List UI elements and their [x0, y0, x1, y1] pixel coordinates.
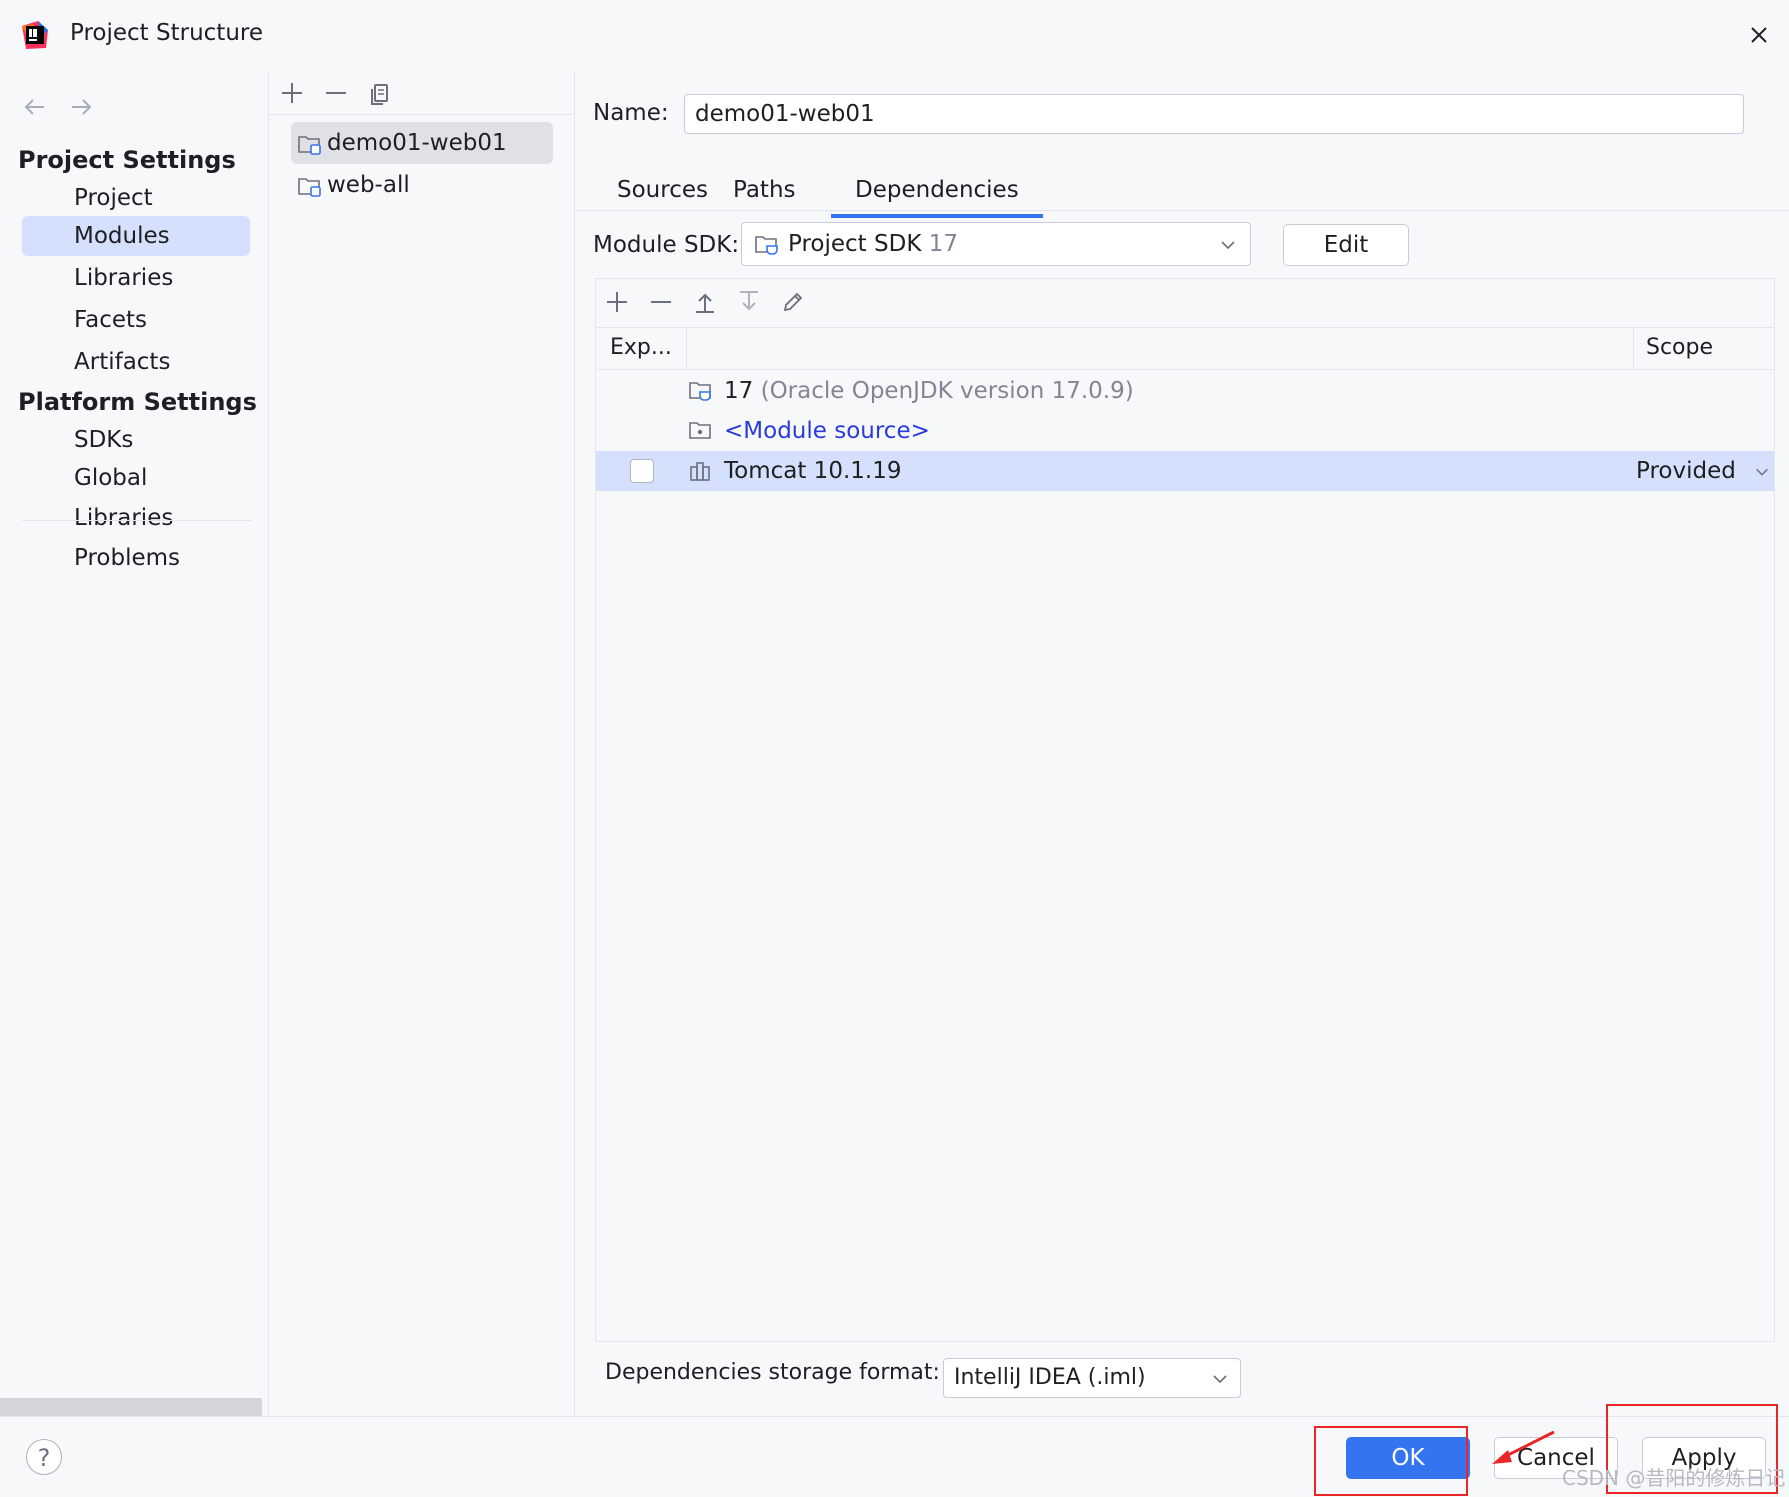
module-details-panel: Name: Sources Paths Dependencies Module …: [575, 72, 1789, 1416]
module-item[interactable]: web-all: [291, 164, 553, 206]
move-up-icon[interactable]: [688, 285, 722, 319]
title-bar: Project Structure: [0, 0, 1789, 72]
nav-item-project[interactable]: Project: [22, 178, 250, 218]
module-folder-icon: [298, 136, 321, 155]
annotation-box-ok: [1314, 1426, 1468, 1496]
dependencies-header: Exp... Scope: [596, 327, 1774, 370]
chevron-down-icon: [1756, 468, 1769, 476]
tabs-divider: [575, 210, 1789, 211]
nav-item-modules[interactable]: Modules: [22, 216, 250, 256]
nav-item-artifacts[interactable]: Artifacts: [22, 342, 250, 382]
module-sdk-dropdown[interactable]: Project SDK 17: [741, 222, 1251, 266]
dependency-name: Tomcat 10.1.19: [724, 458, 902, 484]
project-settings-header: Project Settings: [18, 146, 236, 174]
dependency-name: 17 (Oracle OpenJDK version 17.0.9): [724, 378, 1134, 404]
edit-pencil-icon[interactable]: [776, 285, 810, 319]
module-item[interactable]: demo01-web01: [291, 122, 553, 164]
nav-item-problems[interactable]: Problems: [22, 538, 250, 578]
edit-sdk-button[interactable]: Edit: [1283, 224, 1409, 266]
help-button[interactable]: ?: [26, 1439, 62, 1475]
chevron-down-icon: [1213, 1375, 1227, 1384]
modules-toolbar-divider: [269, 114, 573, 115]
nav-horizontal-scrollbar[interactable]: [0, 1398, 262, 1416]
dependency-name: <Module source>: [724, 418, 930, 444]
copy-icon[interactable]: [363, 76, 397, 110]
export-checkbox[interactable]: [630, 459, 654, 483]
table-row[interactable]: 17 (Oracle OpenJDK version 17.0.9): [596, 371, 1774, 411]
nav-item-global-libraries[interactable]: Global Libraries: [22, 458, 250, 531]
add-icon[interactable]: [275, 76, 309, 110]
remove-icon[interactable]: [319, 76, 353, 110]
column-divider: [1633, 327, 1634, 369]
jdk-folder-icon: [689, 382, 711, 401]
module-item-label: demo01-web01: [327, 130, 507, 156]
add-dependency-icon[interactable]: [600, 285, 634, 319]
sdk-folder-icon: [755, 236, 778, 255]
back-arrow-icon[interactable]: [18, 90, 52, 124]
forward-arrow-icon[interactable]: [64, 90, 98, 124]
library-icon: [690, 462, 710, 481]
watermark: CSDN @昔阳的修炼日记: [1562, 1466, 1786, 1490]
intellij-logo-icon: [22, 21, 48, 49]
module-item-label: web-all: [327, 172, 410, 198]
dependencies-table: Exp... Scope 17 (Oracle OpenJDK version …: [595, 278, 1775, 1342]
dialog-title: Project Structure: [70, 20, 263, 46]
scope-value: Provided: [1636, 458, 1736, 484]
nav-item-libraries[interactable]: Libraries: [22, 258, 250, 298]
scope-dropdown[interactable]: Provided: [1636, 451, 1771, 491]
chevron-down-icon: [1221, 241, 1235, 250]
nav-item-sdks[interactable]: SDKs: [22, 420, 250, 460]
storage-format-label: Dependencies storage format:: [605, 1360, 940, 1385]
modules-list-panel: demo01-web01 web-all: [269, 72, 575, 1416]
table-row[interactable]: Tomcat 10.1.19 Provided: [596, 451, 1774, 491]
move-down-icon[interactable]: [732, 285, 766, 319]
name-label: Name:: [593, 100, 669, 126]
remove-dependency-icon[interactable]: [644, 285, 678, 319]
col-header-scope[interactable]: Scope: [1646, 335, 1713, 360]
nav-item-facets[interactable]: Facets: [22, 300, 250, 340]
tab-paths[interactable]: Paths: [709, 168, 820, 214]
module-folder-icon: [298, 178, 321, 197]
annotation-arrow-icon: [1492, 1430, 1555, 1464]
col-header-export[interactable]: Exp...: [610, 335, 672, 360]
module-sdk-value: Project SDK 17: [788, 231, 958, 257]
column-divider: [686, 327, 687, 369]
dependencies-toolbar: [596, 279, 1774, 328]
settings-nav: Project Settings Project Modules Librari…: [0, 72, 269, 1416]
module-sdk-label: Module SDK:: [593, 232, 740, 258]
module-name-input[interactable]: [684, 94, 1744, 134]
platform-settings-header: Platform Settings: [18, 388, 257, 416]
storage-format-value: IntelliJ IDEA (.iml): [954, 1365, 1146, 1390]
storage-format-dropdown[interactable]: IntelliJ IDEA (.iml): [943, 1358, 1241, 1398]
project-structure-dialog: Project Structure Project Settings Proje…: [0, 0, 1789, 1497]
table-row[interactable]: <Module source>: [596, 411, 1774, 451]
nav-divider: [22, 520, 252, 521]
module-source-icon: [689, 422, 711, 439]
close-icon[interactable]: [1742, 18, 1776, 52]
